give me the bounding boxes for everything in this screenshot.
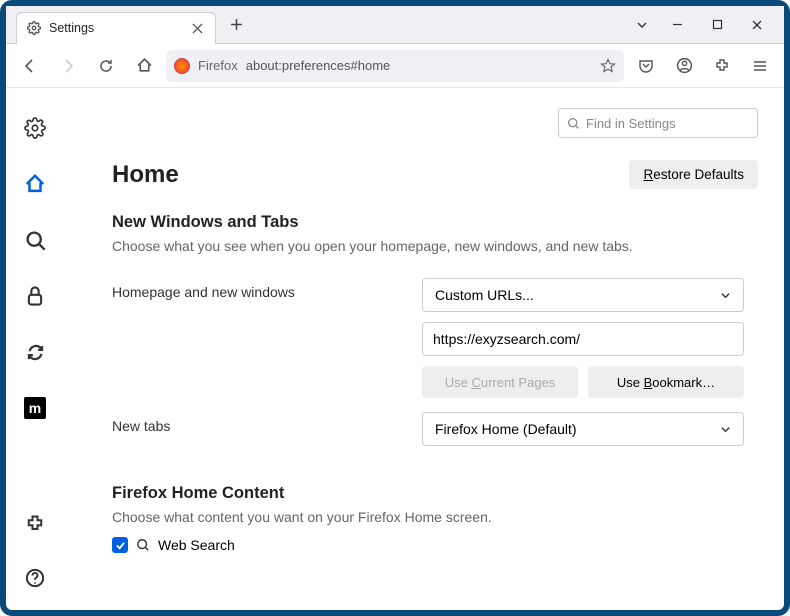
chevron-down-icon[interactable] [626, 19, 658, 31]
reload-button[interactable] [90, 50, 122, 82]
sidebar-item-search[interactable] [17, 222, 53, 258]
section-subtext-2: Choose what content you want on your Fir… [112, 509, 758, 525]
extensions-button[interactable] [706, 50, 738, 82]
sidebar-item-privacy[interactable] [17, 278, 53, 314]
url-bar[interactable]: Firefox about:preferences#home [166, 50, 624, 82]
use-current-pages-button[interactable]: Use Current PagesUse Current Pages [422, 366, 578, 398]
new-tab-button[interactable] [222, 11, 250, 39]
forward-button[interactable] [52, 50, 84, 82]
newtabs-select[interactable]: Firefox Home (Default) [422, 412, 744, 446]
web-search-checkbox[interactable] [112, 537, 128, 553]
star-icon[interactable] [600, 58, 616, 74]
section-heading-windows-tabs: New Windows and Tabs [112, 213, 758, 232]
page-title: Home [112, 161, 179, 189]
minimize-button[interactable] [658, 11, 696, 39]
gear-icon [27, 21, 41, 35]
titlebar: Settings [6, 6, 784, 44]
sidebar-item-extensions[interactable] [17, 506, 53, 542]
tab-title: Settings [49, 21, 181, 35]
close-icon[interactable] [189, 20, 205, 36]
settings-sidebar: m [6, 88, 64, 610]
sidebar-item-help[interactable] [17, 560, 53, 596]
settings-content: Find in Settings Home RRestore Defaultse… [64, 88, 784, 610]
account-button[interactable] [668, 50, 700, 82]
square-m-icon: m [24, 397, 46, 419]
search-icon [567, 117, 580, 130]
select-value: Firefox Home (Default) [435, 421, 577, 437]
pocket-button[interactable] [630, 50, 662, 82]
chevron-down-icon [720, 290, 731, 301]
search-input[interactable]: Find in Settings [558, 108, 758, 138]
restore-defaults-button[interactable]: RRestore Defaultsestore Defaults [629, 160, 758, 189]
search-placeholder: Find in Settings [586, 116, 676, 131]
maximize-button[interactable] [698, 11, 736, 39]
firefox-logo-icon [174, 58, 190, 74]
select-value: Custom URLs... [435, 287, 534, 303]
browser-tab[interactable]: Settings [16, 12, 216, 44]
homepage-label: Homepage and new windows [112, 278, 402, 300]
sidebar-item-sync[interactable] [17, 334, 53, 370]
back-button[interactable] [14, 50, 46, 82]
homepage-url-input[interactable] [422, 322, 744, 356]
sidebar-item-general[interactable] [17, 110, 53, 146]
search-icon [136, 538, 150, 552]
sidebar-item-home[interactable] [17, 166, 53, 202]
homepage-select[interactable]: Custom URLs... [422, 278, 744, 312]
chevron-down-icon [720, 424, 731, 435]
urlbar-url: about:preferences#home [246, 58, 391, 73]
web-search-label: Web Search [158, 537, 235, 553]
section-heading-home-content: Firefox Home Content [112, 484, 758, 503]
urlbar-heading: Firefox [198, 58, 238, 73]
home-button[interactable] [128, 50, 160, 82]
menu-button[interactable] [744, 50, 776, 82]
use-bookmark-button[interactable]: Use Bookmark…Use Bookmark… [588, 366, 744, 398]
toolbar: Firefox about:preferences#home [6, 44, 784, 88]
newtabs-label: New tabs [112, 412, 402, 434]
sidebar-item-more[interactable]: m [17, 390, 53, 426]
close-button[interactable] [738, 11, 776, 39]
section-subtext: Choose what you see when you open your h… [112, 238, 758, 254]
window-controls [658, 11, 776, 39]
